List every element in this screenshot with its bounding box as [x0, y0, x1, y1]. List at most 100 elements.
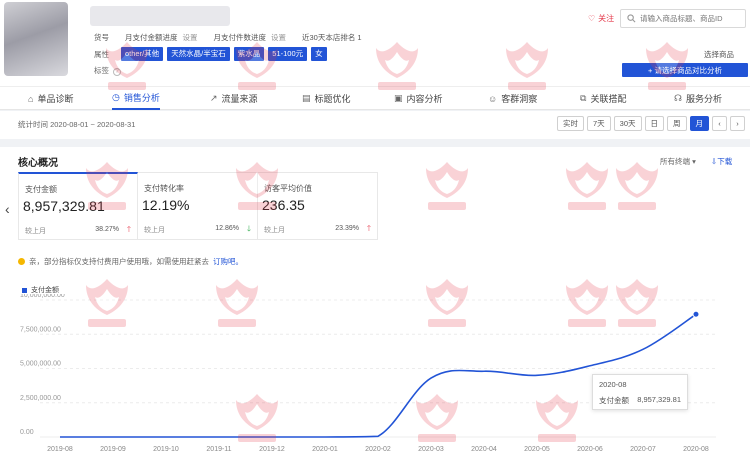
- headset-icon: ☊: [674, 93, 682, 103]
- product-thumbnail[interactable]: [4, 2, 68, 76]
- cards-prev-arrow-icon[interactable]: ‹: [5, 201, 10, 217]
- range-week-button[interactable]: 周: [667, 116, 687, 131]
- set-link[interactable]: 设置: [271, 33, 286, 42]
- tooltip-value: 8,957,329.81: [637, 395, 681, 404]
- chart-icon: ▤: [302, 93, 311, 103]
- tab-association[interactable]: ⧉ 关联搭配: [580, 87, 626, 110]
- trend-icon: ↗: [210, 93, 218, 103]
- metric-compare-label: 较上月: [264, 227, 285, 234]
- meta-item: 月支付金额进度 设置: [125, 33, 198, 42]
- attribute-tag: 51-100元: [268, 47, 308, 61]
- product-title-blurred: [90, 6, 230, 26]
- time-filter-bar: 统计时间 2020-08-01 ~ 2020-08-31 实时 7天 30天 日…: [0, 111, 750, 139]
- x-tick-label: 2020-07: [630, 446, 656, 453]
- tab-label: 客群洞察: [501, 94, 538, 104]
- metric-card-payment-amount[interactable]: 支付金额 8,957,329.81 较上月 38.27% 🡑: [18, 172, 138, 240]
- x-tick-label: 2019-12: [259, 446, 285, 453]
- metric-title: 访客平均价值: [264, 184, 312, 193]
- tab-single-diagnosis[interactable]: ⌂ 单品诊断: [28, 87, 73, 110]
- metric-value: 236.35: [262, 197, 305, 213]
- legend-swatch: [22, 287, 27, 293]
- attribute-tag: 天然水晶/半宝石: [167, 47, 230, 61]
- compare-analysis-button[interactable]: + 请选择商品对比分析: [622, 63, 748, 77]
- x-tick-label: 2019-10: [153, 446, 179, 453]
- x-tick-label: 2019-08: [47, 446, 73, 453]
- follow-label: 关注: [598, 14, 615, 23]
- x-tick-label: 2020-08: [683, 446, 709, 453]
- y-tick-label: 2,500,000.00: [20, 395, 61, 402]
- tooltip-date: 2020-08: [599, 380, 627, 389]
- y-tick-label: 0.00: [20, 429, 34, 436]
- product-meta-row: 货号 月支付金额进度 设置 月支付件数进度 设置 近30天本店排名 1: [94, 32, 362, 43]
- attribute-tag: other/其他: [121, 47, 164, 61]
- user-icon: ☺: [488, 93, 498, 104]
- stat-period: 统计时间 2020-08-01 ~ 2020-08-31: [18, 120, 136, 129]
- range-30d-button[interactable]: 30天: [613, 116, 642, 131]
- range-realtime-button[interactable]: 实时: [557, 116, 584, 131]
- range-month-button[interactable]: 月: [689, 116, 710, 131]
- tab-service-analysis[interactable]: ☊ 服务分析: [674, 87, 722, 110]
- follow-button[interactable]: ♡ 关注: [588, 13, 614, 24]
- download-button[interactable]: ⇩下载: [711, 156, 732, 167]
- attribute-row: 属性 other/其他 天然水晶/半宝石 紫水晶 51-100元 女: [94, 47, 327, 61]
- tooltip-row: 支付金额 8,957,329.81: [599, 395, 681, 406]
- metric-title: 支付金额: [25, 185, 57, 194]
- metric-card-conversion-rate[interactable]: 支付转化率 12.19% 较上月 12.86% 🡓: [138, 172, 258, 240]
- x-tick-label: 2019-11: [206, 446, 231, 453]
- y-tick-label: 5,000,000.00: [20, 361, 61, 368]
- metric-card-visitor-value[interactable]: 访客平均价值 236.35 较上月 23.39% 🡑: [258, 172, 378, 240]
- metric-change: 23.39%: [335, 225, 359, 232]
- tab-title-optimize[interactable]: ▤ 标题优化: [302, 87, 351, 110]
- x-tick-label: 2020-06: [577, 446, 603, 453]
- x-tick-label: 2020-05: [524, 446, 550, 453]
- metric-compare-label: 较上月: [144, 227, 165, 234]
- home-icon: ⌂: [28, 93, 34, 104]
- set-link[interactable]: 设置: [183, 33, 198, 42]
- help-icon[interactable]: ?: [113, 68, 121, 76]
- tab-traffic-source[interactable]: ↗ 流量来源: [210, 87, 258, 110]
- metric-value: 8,957,329.81: [23, 198, 105, 214]
- attribute-label: 属性: [94, 49, 109, 59]
- meta-item: 货号: [94, 33, 109, 42]
- metric-value: 12.19%: [142, 197, 190, 213]
- x-tick-label: 2020-03: [418, 446, 444, 453]
- tab-content-analysis[interactable]: ▣ 内容分析: [394, 87, 443, 110]
- tooltip-label: 支付金额: [599, 396, 629, 405]
- data-point[interactable]: [692, 310, 700, 318]
- chart-tooltip: 2020-08 支付金额 8,957,329.81: [592, 374, 688, 410]
- y-tick-label: 10,000,000.00: [20, 294, 65, 299]
- metric-cards: 支付金额 8,957,329.81 较上月 38.27% 🡑 支付转化率 12.…: [18, 172, 378, 240]
- range-7d-button[interactable]: 7天: [587, 116, 611, 131]
- next-period-button[interactable]: ›: [730, 116, 746, 131]
- arrow-down-icon: 🡓: [246, 224, 251, 233]
- notice-text: 亲，部分指标仅支持付费用户使用哦，如需使用赶紧去: [29, 257, 209, 266]
- range-button-group: 实时 7天 30天 日 周 月 ‹ ›: [557, 116, 746, 131]
- terminal-select[interactable]: 所有终端 ▾: [660, 156, 696, 167]
- tab-customer-insight[interactable]: ☺ 客群洞察: [488, 87, 537, 110]
- paid-feature-notice: 亲，部分指标仅支持付费用户使用哦，如需使用赶紧去 订购吧。: [18, 256, 243, 267]
- arrow-up-icon: 🡑: [366, 224, 371, 233]
- tab-label: 流量来源: [221, 94, 258, 104]
- product-search[interactable]: [620, 9, 746, 28]
- core-overview-panel: 核心概况 所有终端 ▾ ⇩下载 ‹ 支付金额 8,957,329.81 较上月 …: [0, 147, 750, 456]
- y-tick-label: 7,500,000.00: [20, 326, 61, 333]
- arrow-up-icon: 🡑: [126, 225, 131, 234]
- x-tick-label: 2020-04: [471, 446, 497, 453]
- tab-label: 内容分析: [406, 94, 443, 104]
- attribute-tag: 紫水晶: [233, 47, 265, 61]
- label-row: 标签?: [94, 65, 121, 76]
- select-goods-link[interactable]: 选择商品: [704, 49, 734, 60]
- section-title: 核心概况: [18, 158, 58, 169]
- product-header: 货号 月支付金额进度 设置 月支付件数进度 设置 近30天本店排名 1 属性 oth…: [0, 0, 750, 86]
- meta-item: 月支付件数进度 设置: [213, 33, 287, 42]
- prev-period-button[interactable]: ‹: [712, 116, 728, 131]
- x-tick-label: 2020-01: [312, 446, 338, 453]
- clock-icon: ◷: [112, 92, 120, 102]
- search-input[interactable]: [640, 14, 740, 23]
- link-icon: ⧉: [580, 93, 587, 103]
- meta-item: 近30天本店排名 1: [302, 33, 362, 42]
- x-tick-label: 2019-09: [100, 446, 126, 453]
- range-day-button[interactable]: 日: [644, 116, 665, 131]
- subscribe-link[interactable]: 订购吧。: [213, 256, 243, 267]
- tab-sales-analysis[interactable]: ◷ 销售分析: [112, 87, 160, 110]
